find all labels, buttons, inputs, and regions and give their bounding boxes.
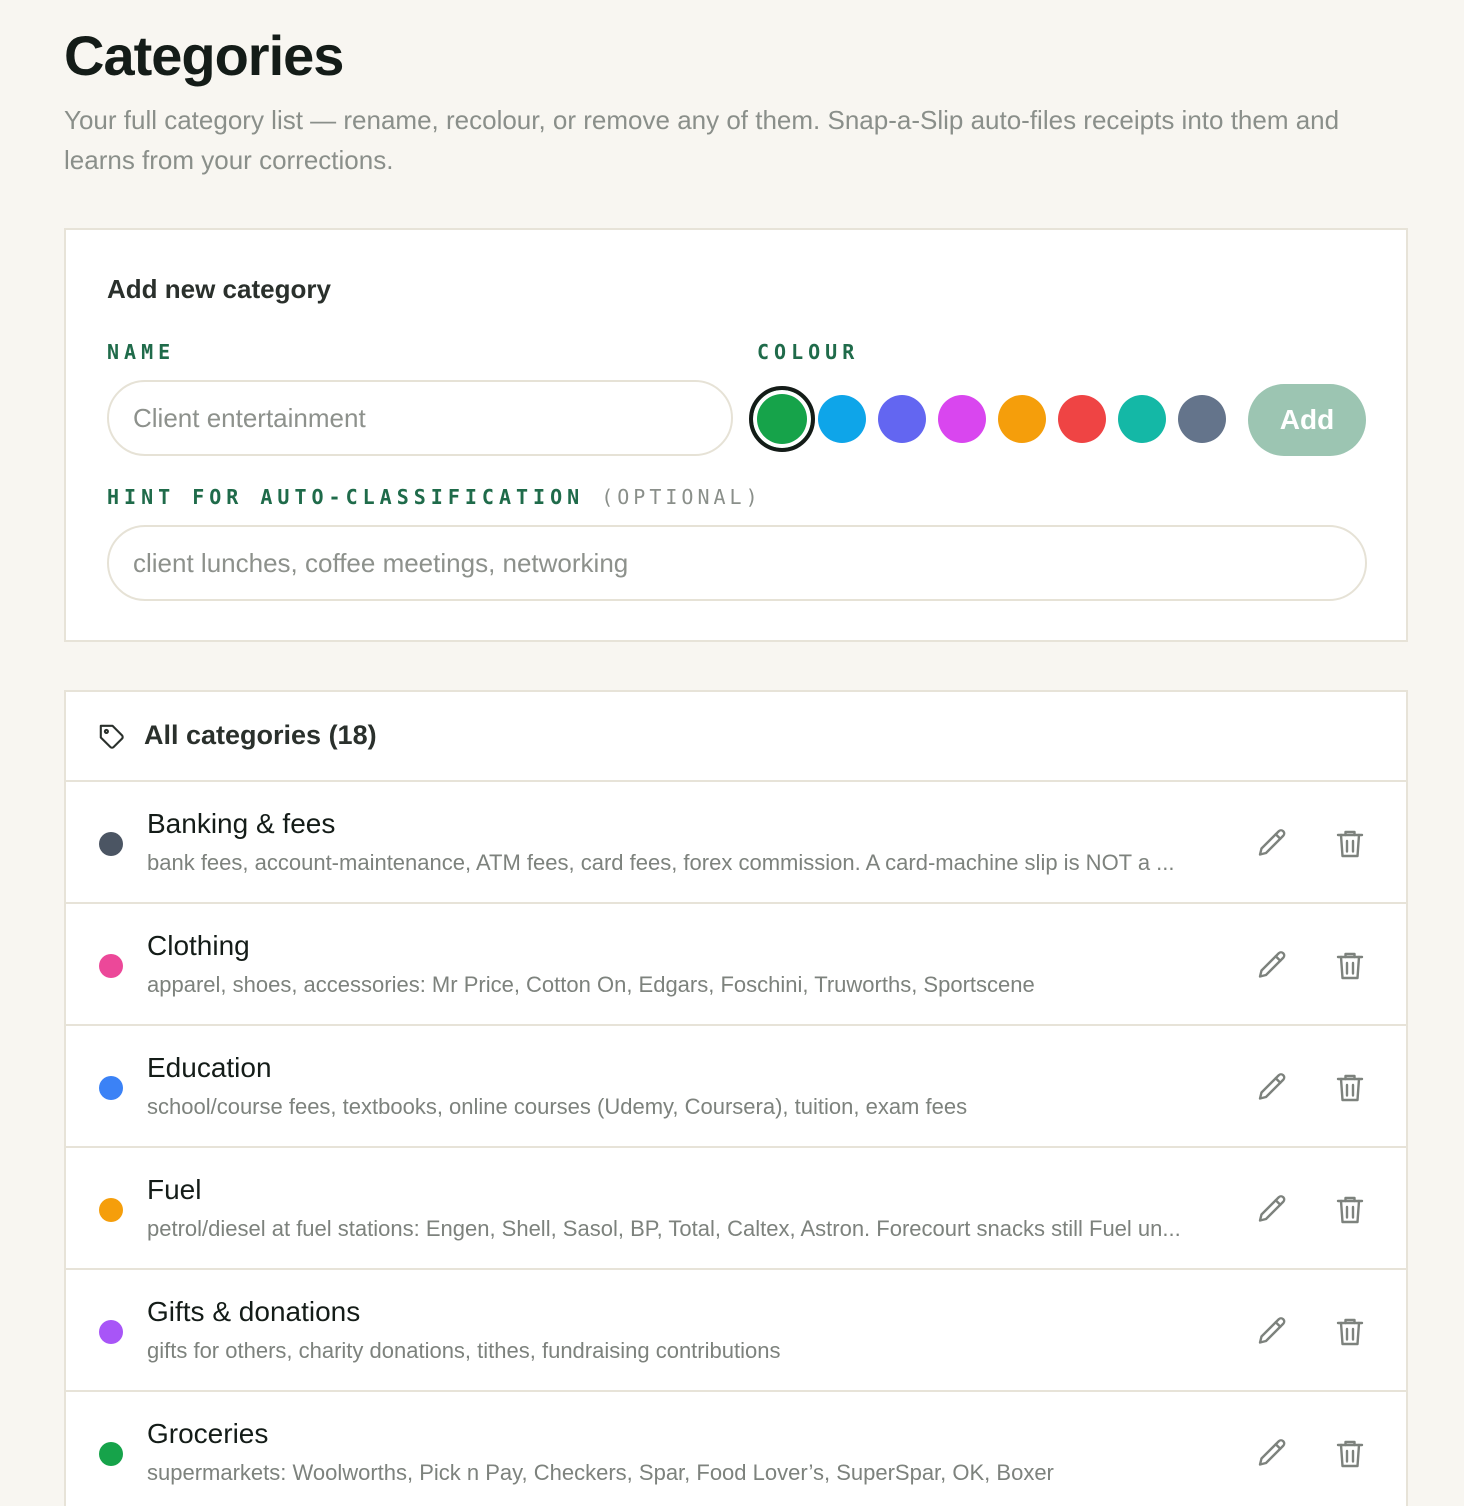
trash-icon[interactable]	[1332, 1192, 1368, 1228]
pencil-icon[interactable]	[1254, 1192, 1290, 1228]
category-colour-dot	[99, 832, 123, 856]
colour-swatch-2[interactable]	[878, 395, 926, 443]
category-colour-dot	[99, 1198, 123, 1222]
hint-label-text: HINT FOR AUTO-CLASSIFICATION	[107, 485, 585, 509]
add-category-button[interactable]: Add	[1248, 384, 1366, 456]
trash-icon[interactable]	[1332, 1436, 1368, 1472]
colour-swatch-1[interactable]	[818, 395, 866, 443]
page-title: Categories	[64, 24, 344, 87]
add-category-title: Add new category	[107, 274, 331, 304]
category-row: Banking & fees bank fees, account-mainten…	[66, 782, 1406, 904]
trash-icon[interactable]	[1332, 1314, 1368, 1350]
category-colour-dot	[99, 1320, 123, 1344]
category-hint: petrol/diesel at fuel stations: Engen, S…	[147, 1216, 1181, 1241]
colour-swatch-7[interactable]	[1178, 395, 1226, 443]
pencil-icon[interactable]	[1254, 1314, 1290, 1350]
list-title: All categories (18)	[144, 720, 377, 750]
pencil-icon[interactable]	[1254, 1436, 1290, 1472]
category-row: Education school/course fees, textbooks, …	[66, 1026, 1406, 1148]
category-colour-dot	[99, 1076, 123, 1100]
category-name: Fuel	[147, 1174, 202, 1205]
colour-swatch-5[interactable]	[1058, 395, 1106, 443]
list-header: All categories (18)	[66, 692, 1406, 782]
category-hint: bank fees, account-maintenance, ATM fees…	[147, 850, 1175, 875]
category-name: Groceries	[147, 1418, 269, 1449]
category-row: Groceries supermarkets: Woolworths, Pick …	[66, 1392, 1406, 1506]
category-colour-dot	[99, 954, 123, 978]
pencil-icon[interactable]	[1254, 948, 1290, 984]
pencil-icon[interactable]	[1254, 1070, 1290, 1106]
category-name: Banking & fees	[147, 808, 336, 839]
category-name: Education	[147, 1052, 272, 1083]
colour-swatch-0[interactable]	[749, 386, 815, 452]
hint-label: HINT FOR AUTO-CLASSIFICATION (OPTIONAL)	[107, 485, 762, 509]
category-row: Fuel petrol/diesel at fuel stations: Enge…	[66, 1148, 1406, 1270]
colour-swatch-3[interactable]	[938, 395, 986, 443]
trash-icon[interactable]	[1332, 826, 1368, 862]
colour-label: COLOUR	[757, 340, 860, 364]
category-hint: school/course fees, textbooks, online co…	[147, 1094, 968, 1119]
category-name: Gifts & donations	[147, 1296, 361, 1327]
colour-picker	[749, 386, 1229, 452]
colour-swatch-6[interactable]	[1118, 395, 1166, 443]
trash-icon[interactable]	[1332, 1070, 1368, 1106]
name-label: NAME	[107, 340, 176, 364]
category-row: Gifts & donations gifts for others, chari…	[66, 1270, 1406, 1392]
category-row: Clothing apparel, shoes, accessories: Mr …	[66, 904, 1406, 1026]
trash-icon[interactable]	[1332, 948, 1368, 984]
category-hint: apparel, shoes, accessories: Mr Price, C…	[147, 972, 1035, 997]
category-colour-dot	[99, 1442, 123, 1466]
tag-icon	[99, 724, 124, 749]
classification-hint-input[interactable]	[107, 525, 1367, 601]
categories-list-card: All categories (18) Banking & fees bank f…	[64, 690, 1408, 1506]
category-hint: gifts for others, charity donations, tit…	[147, 1338, 781, 1363]
colour-swatch-4[interactable]	[998, 395, 1046, 443]
page-subtitle: Your full category list — rename, recolo…	[64, 105, 1340, 175]
pencil-icon[interactable]	[1254, 826, 1290, 862]
category-hint: supermarkets: Woolworths, Pick n Pay, Ch…	[147, 1460, 1054, 1485]
add-category-card: Add new category NAME COLOUR Add HINT FO…	[64, 228, 1408, 642]
category-name-input[interactable]	[107, 380, 733, 456]
hint-optional-label: (OPTIONAL)	[601, 485, 762, 509]
category-name: Clothing	[147, 930, 250, 961]
